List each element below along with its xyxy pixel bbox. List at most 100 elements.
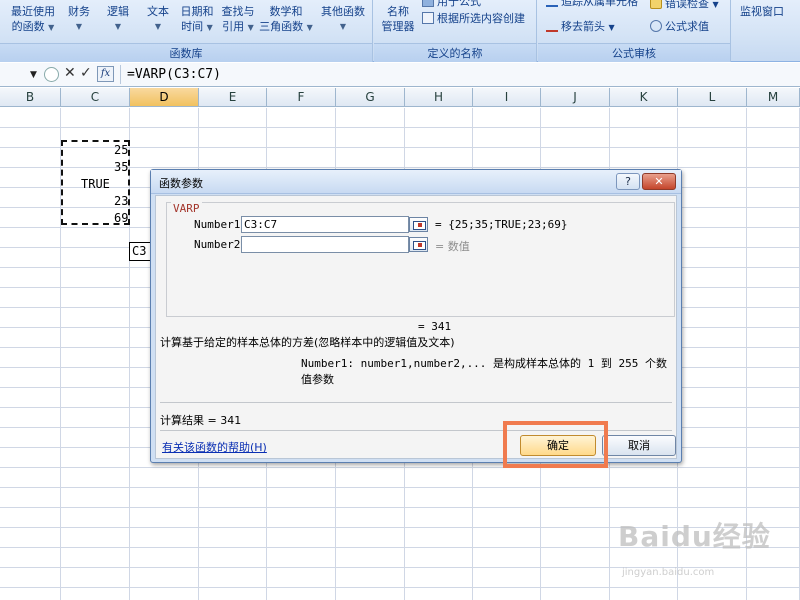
watermark-url: jingyan.baidu.com: [622, 567, 715, 578]
chevron-down-icon: ▼: [339, 22, 347, 31]
evaluate-formula-label: 公式求值: [665, 20, 709, 33]
recent-functions-button[interactable]: 最近使用 的函数 ▼: [6, 4, 60, 35]
name-manager-button[interactable]: 名称 管理器: [378, 4, 418, 34]
other-functions-label: 其他函数: [321, 5, 365, 18]
create-from-selection-label: 根据所选内容创建: [437, 12, 525, 25]
column-header-k[interactable]: K: [610, 88, 678, 107]
baidu-watermark: Baidu经验 jingyan.baidu.com: [612, 515, 792, 595]
formula-result: 计算结果 = 341: [160, 414, 242, 427]
create-from-selection-button[interactable]: 根据所选内容创建: [422, 12, 525, 26]
math-label: 数学和: [269, 5, 303, 18]
function-help-link[interactable]: 有关该函数的帮助(H): [162, 439, 267, 455]
formula-bar-separator: [120, 65, 121, 84]
arg-label-number2: Number2: [194, 238, 241, 251]
datetime-label: 日期和: [180, 5, 214, 18]
error-check-icon: [650, 0, 662, 9]
logic-label: 逻辑: [107, 5, 129, 18]
arguments-group: VARP Number1 C3:C7 = {25;35;TRUE;23;69} …: [166, 202, 675, 317]
text-label: 文本: [147, 5, 169, 18]
lookup-label: 查找与: [221, 5, 255, 18]
chevron-down-icon: ▼: [114, 22, 122, 31]
lookup-label2: 引用: [222, 20, 245, 33]
recent-functions-label: 最近使用: [11, 5, 55, 18]
name-manager-label2: 管理器: [381, 20, 415, 33]
reference-tooltip: C3: [129, 242, 151, 261]
remove-arrows-label: 移去箭头: [561, 20, 605, 33]
logic-button[interactable]: 逻辑 ▼: [103, 4, 133, 34]
dialog-body: VARP Number1 C3:C7 = {25;35;TRUE;23;69} …: [155, 195, 677, 459]
cancel-button[interactable]: 取消: [602, 435, 676, 456]
collapse-dialog-icon[interactable]: [409, 237, 428, 252]
column-header-m[interactable]: M: [747, 88, 800, 107]
chevron-down-icon: ▼: [48, 23, 55, 32]
other-functions-button[interactable]: 其他函数 ▼: [316, 4, 370, 34]
use-in-formula-button[interactable]: 用于公式: [422, 0, 481, 9]
chevron-down-icon: ▼: [712, 0, 719, 9]
help-button[interactable]: ?: [616, 173, 640, 190]
arg-result-number1: = {25;35;TRUE;23;69}: [435, 218, 568, 231]
chevron-down-icon: ▼: [206, 23, 213, 32]
text-button[interactable]: 文本 ▼: [143, 4, 173, 34]
trace-dependents-button[interactable]: 追踪从属单元格: [546, 0, 638, 9]
arg-label-number1: Number1: [194, 218, 241, 231]
function-name: VARP: [171, 202, 202, 215]
column-header-l[interactable]: L: [678, 88, 747, 107]
close-icon[interactable]: ✕: [642, 173, 676, 190]
dialog-title: 函数参数: [159, 177, 203, 190]
collapse-dialog-icon[interactable]: [409, 217, 428, 232]
cancel-icon[interactable]: ✕: [64, 65, 76, 81]
dialog-title-bar[interactable]: 函数参数 ? ✕: [151, 170, 681, 194]
column-header-f[interactable]: F: [267, 88, 336, 107]
evaluate-formula-button[interactable]: 公式求值: [650, 20, 709, 34]
formula-auditing-title: 公式审核: [538, 43, 730, 62]
arg-input-number2[interactable]: [241, 236, 409, 253]
function-description: 计算基于给定的样本总体的方差(忽略样本中的逻辑值及文本): [160, 336, 455, 349]
error-check-label: 错误检查: [665, 0, 709, 10]
ribbon: 最近使用 的函数 ▼ 财务 ▼ 逻辑 ▼ 文本 ▼ 日期和 时间 ▼ 查找与 引…: [0, 0, 800, 62]
table-icon: [422, 12, 434, 24]
trace-arrow-icon: [546, 0, 558, 7]
lookup-button[interactable]: 查找与 引用 ▼: [219, 4, 257, 35]
column-header-i[interactable]: I: [473, 88, 541, 107]
name-box-dropdown-icon[interactable]: ▼: [30, 70, 37, 80]
formula-result-inline: = 341: [418, 320, 452, 333]
column-header-j[interactable]: J: [541, 88, 610, 107]
use-in-formula-label: 用于公式: [437, 0, 481, 8]
datetime-button[interactable]: 日期和 时间 ▼: [178, 4, 216, 35]
math-button[interactable]: 数学和 三角函数 ▼: [258, 4, 314, 35]
evaluate-formula-icon: [650, 20, 662, 32]
formula-input[interactable]: =VARP(C3:C7): [127, 67, 221, 82]
math-label2: 三角函数: [259, 20, 304, 33]
insert-function-icon[interactable]: fx: [97, 66, 114, 82]
watch-window-button[interactable]: 监视窗口: [736, 4, 788, 19]
watermark-brand: Baidu经验: [618, 520, 771, 553]
defined-names-title: 定义的名称: [374, 43, 536, 62]
remove-arrows-icon: [546, 20, 558, 32]
chevron-down-icon: ▼: [306, 23, 313, 32]
finance-button[interactable]: 财务 ▼: [64, 4, 94, 34]
arg-input-number1[interactable]: C3:C7: [241, 216, 409, 233]
column-header-b[interactable]: B: [0, 88, 61, 107]
function-library-title: 函数库: [0, 43, 372, 62]
column-header-c[interactable]: C: [61, 88, 130, 107]
defined-names-group: 名称 管理器 用于公式 根据所选内容创建 定义的名称: [374, 0, 537, 62]
error-check-button[interactable]: 错误检查 ▼: [650, 0, 719, 12]
column-header-g[interactable]: G: [336, 88, 405, 107]
chevron-down-icon: ▼: [154, 22, 162, 31]
remove-arrows-button[interactable]: 移去箭头 ▼: [546, 20, 615, 35]
column-header-d[interactable]: D: [130, 88, 199, 107]
selection-marquee: [61, 140, 130, 225]
column-header-e[interactable]: E: [199, 88, 267, 107]
name-manager-label: 名称: [387, 5, 409, 18]
formula-bar: ▼ ✕ ✓ fx =VARP(C3:C7): [0, 63, 800, 87]
ok-button-highlight: [503, 421, 608, 468]
chevron-down-icon: ▼: [608, 23, 615, 32]
arg-result-number2: = 数值: [435, 240, 470, 253]
formula-bar-expand-button[interactable]: [44, 67, 59, 82]
formula-auditing-group: 追踪从属单元格 移去箭头 ▼ 错误检查 ▼ 公式求值 公式审核: [538, 0, 731, 62]
enter-icon[interactable]: ✓: [80, 65, 92, 81]
column-header-h[interactable]: H: [405, 88, 473, 107]
watch-window-label: 监视窗口: [740, 5, 784, 18]
finance-label: 财务: [68, 5, 90, 18]
chevron-down-icon: ▼: [75, 22, 83, 31]
